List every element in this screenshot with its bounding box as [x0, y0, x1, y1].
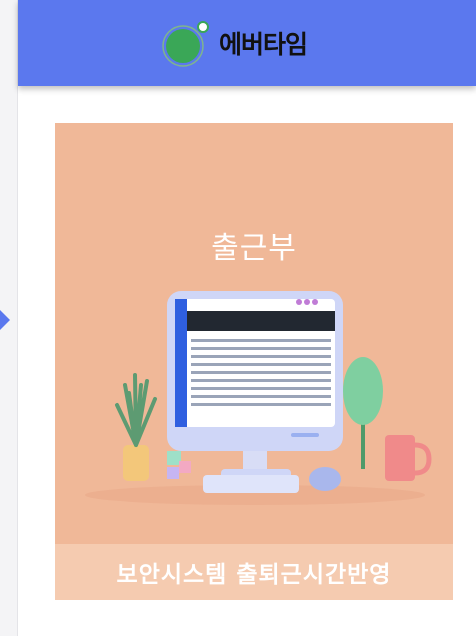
attendance-card[interactable]: 출근부 보안시스템 출퇴근시간반영 [55, 123, 453, 600]
blocks-icon [167, 451, 191, 479]
monitor-icon [167, 291, 343, 479]
card-title: 출근부 [211, 231, 297, 266]
tree-right-icon [343, 357, 383, 469]
card-caption: 보안시스템 출퇴근시간반영 [55, 544, 453, 600]
mug-icon [385, 435, 432, 481]
left-rail [0, 0, 18, 636]
keyboard-icon [203, 475, 299, 493]
plant-left-icon [115, 373, 157, 481]
brand-name: 에버타임 [218, 30, 308, 59]
logo-circle-icon [162, 21, 209, 67]
expand-arrow-icon[interactable] [0, 310, 10, 330]
mouse-icon [309, 467, 341, 491]
brand-logo[interactable]: 에버타임 [161, 18, 308, 68]
computer-illustration [85, 291, 432, 505]
app-header: 에버타임 [18, 0, 476, 86]
